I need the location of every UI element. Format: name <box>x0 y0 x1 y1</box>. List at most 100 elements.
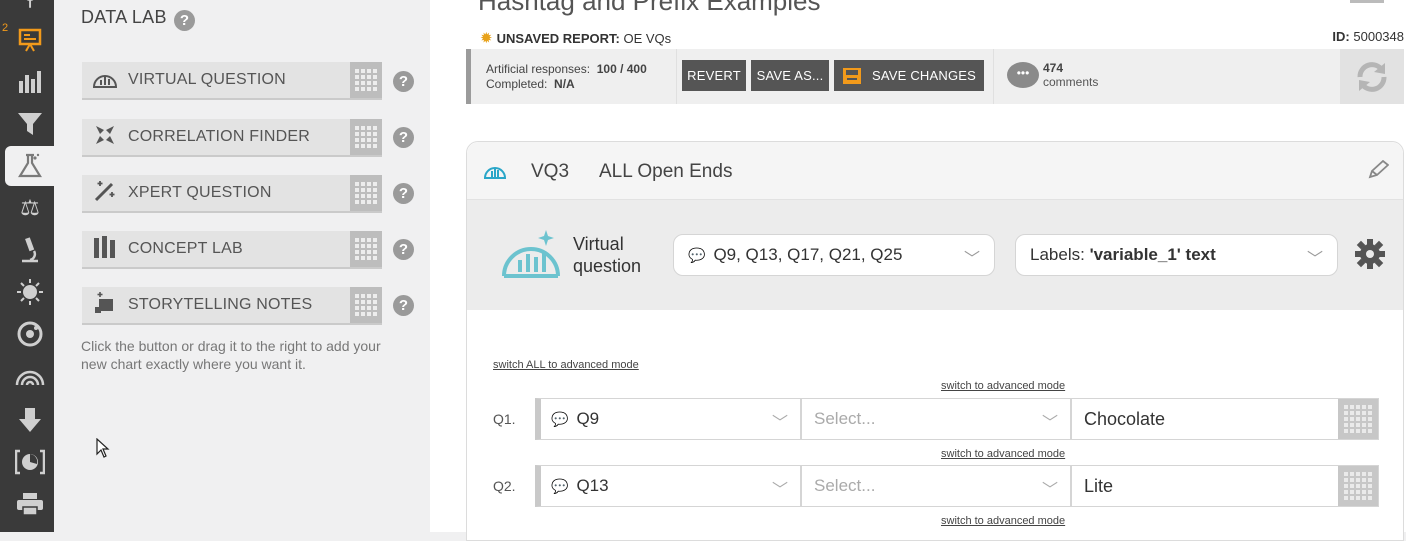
refresh-icon[interactable] <box>1340 49 1404 104</box>
switch-advanced-link[interactable]: switch to advanced mode <box>941 515 1065 527</box>
rail-snapshot-icon[interactable] <box>5 442 55 482</box>
comment-bubble-icon: 💬 <box>551 477 569 494</box>
notes-icon <box>82 291 128 320</box>
question-select[interactable]: 💬 Q13 ﹀ <box>535 465 801 507</box>
rail-atom-icon[interactable] <box>5 314 55 354</box>
drag-handle-icon[interactable] <box>350 175 382 211</box>
sun-icon <box>17 279 43 305</box>
mouse-cursor-icon <box>96 437 110 463</box>
report-title: Hashtag and Prefix Examples <box>478 0 821 16</box>
correlation-finder-button[interactable]: CORRELATION FINDER <box>82 119 382 157</box>
card-header: VQ3 ALL Open Ends <box>467 142 1403 200</box>
chevron-down-icon: ﹀ <box>1041 482 1058 499</box>
correlation-finder-icon <box>82 124 128 151</box>
revert-button[interactable]: REVERT <box>682 60 746 91</box>
question-select[interactable]: 💬 Q9 ﹀ <box>535 398 801 440</box>
virtual-question-logo-icon <box>502 230 560 278</box>
unsaved-report-status: ✹ UNSAVED REPORT: OE VQs <box>480 30 672 47</box>
comments-count: 474 <box>1043 61 1064 75</box>
virtual-question-button[interactable]: VIRTUAL QUESTION <box>82 62 382 100</box>
chevron-down-icon: ﹀ <box>1306 251 1323 268</box>
download-icon <box>19 408 41 432</box>
collapse-handle[interactable] <box>1350 0 1384 3</box>
row-value-input[interactable]: Chocolate <box>1071 398 1379 440</box>
rail-filter-icon[interactable] <box>5 104 55 144</box>
secondary-select[interactable]: Select... ﹀ <box>801 465 1071 507</box>
rail-presentation-icon[interactable] <box>5 20 55 60</box>
correlation-finder-help-icon[interactable]: ? <box>393 127 414 148</box>
chevron-down-icon: ﹀ <box>771 415 788 432</box>
drag-handle-icon[interactable] <box>350 287 382 323</box>
correlation-finder-label: CORRELATION FINDER <box>128 128 310 145</box>
virtual-question-label: VIRTUAL QUESTION <box>128 71 286 88</box>
virtual-question-settings: Virtual question 💬 Q9, Q13, Q17, Q21, Q2… <box>467 200 1403 310</box>
storytelling-notes-button[interactable]: STORYTELLING NOTES <box>82 287 382 325</box>
drag-handle-icon[interactable] <box>350 231 382 267</box>
rainbow-icon <box>15 370 45 386</box>
snapshot-icon <box>15 449 45 475</box>
icon-rail: ⚲ 2 ⚖ <box>0 0 54 532</box>
toolbar-divider <box>993 49 994 104</box>
report-toolbar: Artificial responses: 100 / 400 Complete… <box>466 49 1404 104</box>
drag-handle-icon[interactable] <box>1338 466 1378 506</box>
question-row: Q2. 💬 Q13 ﹀ Select... ﹀ Lite <box>467 465 1403 507</box>
notification-badge: 2 <box>2 22 9 34</box>
rail-flask-icon[interactable] <box>5 146 54 186</box>
switch-advanced-link[interactable]: switch to advanced mode <box>941 448 1065 460</box>
data-lab-panel: DATA LAB ? VIRTUAL QUESTION ? CORRELATIO… <box>54 0 430 532</box>
filter-icon <box>18 113 42 135</box>
rail-sun-icon[interactable] <box>5 272 55 312</box>
comments-button[interactable]: ••• 474 comments <box>1007 61 1098 89</box>
pencil-icon[interactable] <box>1367 159 1390 185</box>
report-name: OE VQs <box>623 31 672 46</box>
switch-all-advanced-link[interactable]: switch ALL to advanced mode <box>493 359 639 371</box>
virtual-question-card: VQ3 ALL Open Ends Virtual question 💬 Q9,… <box>466 141 1404 541</box>
row-label: Q1. <box>493 411 516 427</box>
drag-handle-icon[interactable] <box>350 119 382 155</box>
drag-handle-icon[interactable] <box>1338 399 1378 439</box>
gear-icon[interactable] <box>1354 238 1386 278</box>
data-lab-help-icon[interactable]: ? <box>174 10 196 31</box>
xpert-question-help-icon[interactable]: ? <box>393 183 414 204</box>
row-value-input[interactable]: Lite <box>1071 465 1379 507</box>
comment-bubble-icon: 💬 <box>551 410 569 427</box>
questions-dropdown[interactable]: 💬 Q9, Q13, Q17, Q21, Q25 ﹀ <box>673 234 995 276</box>
rail-bar-chart-icon[interactable] <box>5 62 55 102</box>
xpert-question-button[interactable]: XPERT QUESTION <box>82 175 382 213</box>
bar-chart-icon <box>19 71 41 93</box>
save-as-button[interactable]: SAVE AS... <box>751 60 829 91</box>
toolbar-divider <box>676 49 677 104</box>
secondary-select[interactable]: Select... ﹀ <box>801 398 1071 440</box>
card-title[interactable]: ALL Open Ends <box>599 161 732 183</box>
rail-scales-icon[interactable]: ⚖ <box>5 188 55 228</box>
virtual-question-help-icon[interactable]: ? <box>393 71 414 92</box>
report-id: ID: 5000348 <box>1332 29 1404 44</box>
rail-print-icon[interactable] <box>5 484 55 524</box>
rail-rainbow-icon[interactable] <box>5 356 55 396</box>
virtual-question-icon <box>82 68 128 93</box>
save-changes-button[interactable]: SAVE CHANGES <box>834 60 984 91</box>
chevron-down-icon: ﹀ <box>771 482 788 499</box>
atom-icon <box>17 321 43 347</box>
rail-pin-icon[interactable]: ⚲ <box>5 0 55 18</box>
magic-wand-icon <box>82 179 128 208</box>
data-lab-hint: Click the button or drag it to the right… <box>81 338 381 372</box>
comments-icon: ••• <box>1007 62 1039 88</box>
response-stats: Artificial responses: 100 / 400 Complete… <box>486 62 647 91</box>
switch-advanced-link[interactable]: switch to advanced mode <box>941 380 1065 392</box>
drag-handle-icon[interactable] <box>350 62 382 98</box>
comments-label: comments <box>1043 75 1099 89</box>
rail-download-icon[interactable] <box>5 400 55 440</box>
gear-icon: ✹ <box>480 30 493 47</box>
concept-lab-label: CONCEPT LAB <box>128 240 243 257</box>
concept-lab-help-icon[interactable]: ? <box>393 239 414 260</box>
virtual-question-label: Virtual question <box>573 234 642 276</box>
rail-microscope-icon[interactable] <box>5 230 55 270</box>
storytelling-notes-help-icon[interactable]: ? <box>393 295 414 316</box>
storytelling-notes-label: STORYTELLING NOTES <box>128 296 313 313</box>
chevron-down-icon: ﹀ <box>963 251 980 268</box>
labels-dropdown[interactable]: Labels: 'variable_1' text ﹀ <box>1015 234 1338 276</box>
presentation-icon <box>18 28 42 52</box>
concept-lab-button[interactable]: CONCEPT LAB <box>82 231 382 269</box>
card-code: VQ3 <box>531 161 570 182</box>
